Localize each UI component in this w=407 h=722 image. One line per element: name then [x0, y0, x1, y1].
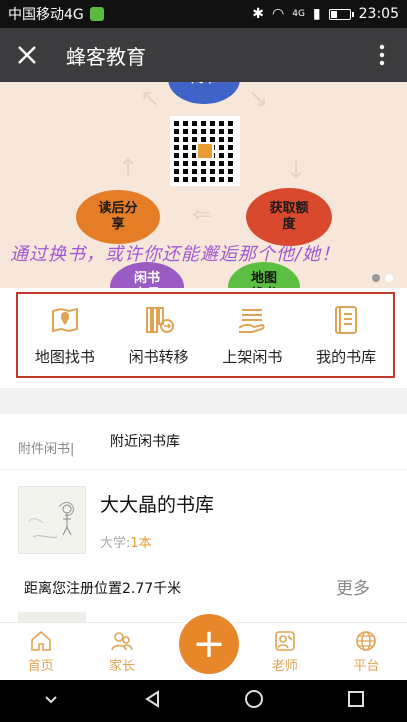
nav-my-library[interactable]: 我的书库: [299, 294, 393, 376]
tab-label: 首页: [27, 659, 54, 674]
more-menu-button[interactable]: [357, 28, 407, 82]
close-button[interactable]: [0, 28, 54, 82]
tab-label: 老师: [271, 659, 298, 674]
tab-label: 平台: [353, 659, 380, 674]
tab-label: 家长: [109, 659, 136, 674]
cycle-arrow-icon: ⇐: [192, 200, 213, 228]
section-divider: [0, 388, 407, 414]
close-icon: [18, 46, 36, 64]
battery-icon: [328, 8, 354, 20]
nearby-section-header: 附件闲书| 附近闲书库: [0, 414, 407, 470]
library-meta: 大学:1本: [100, 532, 152, 551]
home-icon: [30, 630, 51, 651]
tab-platform[interactable]: 平台: [326, 623, 407, 680]
cycle-arrow-icon: ↘: [248, 84, 269, 112]
carousel-dot[interactable]: [372, 274, 380, 282]
nav-label: 我的书库: [316, 347, 377, 366]
tab-teacher[interactable]: 老师: [244, 623, 325, 680]
clock: 23:05: [358, 6, 399, 22]
hand-shelf-icon: [236, 304, 268, 340]
distance-text: 距离您注册位置2.77千米: [24, 581, 182, 597]
library-icon: [330, 304, 362, 340]
nav-label: 上架闲书: [222, 347, 283, 366]
home-circle-icon[interactable]: [244, 689, 264, 713]
bluetooth-icon: ✱: [252, 6, 264, 22]
library-thumbnail: [18, 486, 86, 554]
banner-step-share: 读后分享: [76, 190, 160, 244]
add-icon: +: [192, 621, 226, 667]
chevron-down-icon[interactable]: [41, 689, 61, 713]
globe-icon: [356, 631, 377, 651]
banner-slogan: 通过换书，或许你还能邂逅那个他/她！: [10, 244, 341, 265]
section-title[interactable]: 附近闲书库: [110, 431, 180, 451]
more-link[interactable]: 更多: [336, 574, 370, 599]
more-vertical-icon: [379, 44, 385, 66]
map-book-icon: [49, 304, 81, 340]
title-bar: 蜂客教育: [0, 28, 407, 82]
nav-label: 闲书转移: [128, 347, 189, 366]
page-title: 蜂客教育: [66, 44, 146, 69]
tab-home[interactable]: 首页: [0, 623, 81, 680]
teacher-icon: [275, 631, 295, 651]
section-tag[interactable]: 附件闲书|: [18, 438, 74, 457]
nav-shelve-book[interactable]: 上架闲书: [206, 294, 300, 376]
status-bar: 中国移动4G ✱ ◠ 4G ▮ 23:05: [0, 0, 407, 28]
cycle-arrow-icon: ↑: [118, 154, 139, 182]
system-navigation-bar: [0, 680, 407, 722]
banner-step-quota: 获取额度: [246, 188, 332, 246]
nav-map-find-book[interactable]: 地图找书: [18, 294, 112, 376]
recents-icon[interactable]: [346, 689, 366, 713]
wechat-notification-icon: [89, 7, 104, 21]
back-icon[interactable]: [143, 689, 163, 713]
nav-book-transfer[interactable]: 闲书转移: [112, 294, 206, 376]
library-card[interactable]: 大大晶的书库 大学:1本: [0, 476, 407, 568]
library-name: 大大晶的书库: [100, 494, 215, 516]
network-label: 4G: [292, 9, 305, 19]
parent-icon: [111, 632, 133, 651]
signal-icon: ▮: [312, 6, 321, 22]
library-book-count: 1本: [130, 536, 152, 551]
carousel-indicator: [372, 274, 393, 282]
cycle-arrow-icon: ↓: [286, 156, 307, 184]
book-transfer-icon: [143, 304, 175, 340]
carrier-label: 中国移动4G: [8, 7, 84, 23]
qr-logo: [196, 142, 214, 160]
library-type: 大学:: [100, 536, 131, 551]
nav-label: 地图找书: [34, 347, 95, 366]
add-button[interactable]: +: [179, 614, 239, 674]
quick-nav: 地图找书 闲书转移 上架闲书 我的书库: [16, 292, 395, 378]
carousel-dot-active[interactable]: [385, 274, 393, 282]
banner-step-idle-books: 闲书: [168, 82, 240, 104]
promo-banner[interactable]: 闲书 读后分享 获取额度 闲书交易 地图找书 ↖ ↘ ↑ ↓ ⇐ 通过换书，或许…: [0, 82, 407, 288]
cycle-arrow-icon: ↖: [140, 84, 161, 112]
wifi-icon: ◠: [272, 6, 285, 22]
tab-parent[interactable]: 家长: [81, 623, 162, 680]
